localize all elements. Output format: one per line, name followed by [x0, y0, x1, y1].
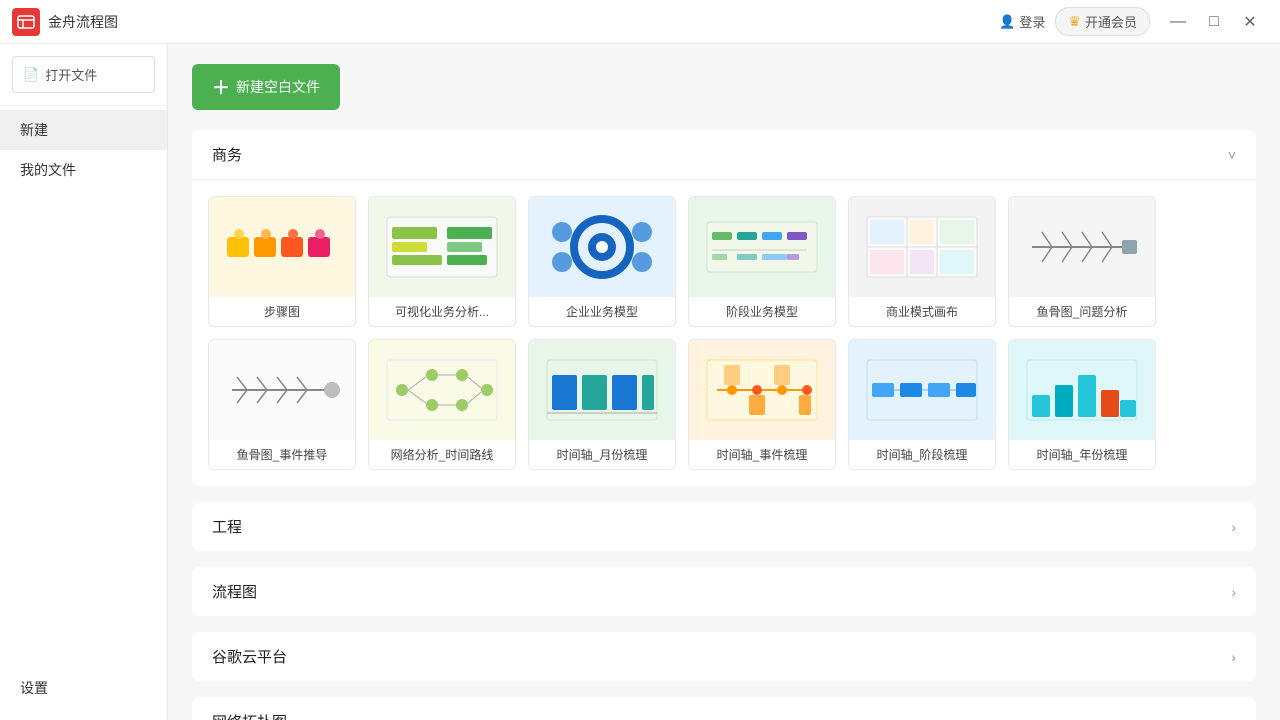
template-thumb-3: E	[529, 197, 675, 297]
minimize-button[interactable]: —	[1160, 4, 1196, 40]
template-thumb-2	[369, 197, 515, 297]
close-button[interactable]: ✕	[1232, 4, 1268, 40]
login-button[interactable]: 👤 登录	[999, 12, 1045, 31]
section-flowchart: 流程图 ›	[192, 567, 1256, 616]
file-icon: 📄	[23, 67, 39, 83]
section-header-business[interactable]: 商务 ˅	[192, 130, 1256, 180]
section-title-flowchart: 流程图	[212, 581, 257, 602]
section-title-business: 商务	[212, 144, 242, 165]
template-label-3: 企业业务模型	[529, 297, 675, 326]
member-button[interactable]: ♛ 开通会员	[1055, 7, 1150, 36]
template-label-9: 时间轴_月份梳理	[529, 440, 675, 469]
template-thumb-11	[849, 340, 995, 440]
section-title-google-cloud: 谷歌云平台	[212, 646, 287, 667]
open-file-button[interactable]: 📄 打开文件	[12, 56, 155, 93]
template-card-4[interactable]: 阶段业务模型	[688, 196, 836, 327]
template-label-1: 步骤图	[209, 297, 355, 326]
section-body-business: 步骤图 可视化业务分析... E	[192, 180, 1256, 486]
section-business: 商务 ˅ 步骤图	[192, 130, 1256, 486]
template-grid: 步骤图 可视化业务分析... E	[208, 196, 1240, 470]
template-label-8: 网络分析_时间路线	[369, 440, 515, 469]
titlebar: 金舟流程图 👤 登录 ♛ 开通会员 — □ ✕	[0, 0, 1280, 44]
template-thumb-10	[689, 340, 835, 440]
sidebar-item-settings[interactable]: 设置	[0, 668, 167, 708]
sidebar: 📄 打开文件 新建 我的文件 设置	[0, 44, 168, 720]
section-title-network-topo: 网络拓扑图	[212, 711, 287, 720]
chevron-icon-network-topo: ›	[1231, 714, 1236, 720]
template-card-1[interactable]: 步骤图	[208, 196, 356, 327]
chevron-icon-business: ˅	[1228, 147, 1236, 163]
template-card-7[interactable]: 鱼骨图_事件推导	[208, 339, 356, 470]
crown-icon: ♛	[1068, 13, 1081, 30]
section-engineering: 工程 ›	[192, 502, 1256, 551]
template-label-4: 阶段业务模型	[689, 297, 835, 326]
window-controls: — □ ✕	[1160, 4, 1268, 40]
template-label-6: 鱼骨图_问题分析	[1009, 297, 1155, 326]
svg-text:E: E	[600, 246, 605, 253]
template-thumb-8	[369, 340, 515, 440]
template-thumb-5	[849, 197, 995, 297]
titlebar-right: 👤 登录 ♛ 开通会员 — □ ✕	[999, 4, 1268, 40]
main-layout: 📄 打开文件 新建 我的文件 设置 ＋ 新建空白文件 商务 ˅	[0, 44, 1280, 720]
plus-icon: ＋	[212, 74, 230, 100]
top-action-bar: ＋ 新建空白文件	[192, 64, 1256, 110]
template-label-11: 时间轴_阶段梳理	[849, 440, 995, 469]
template-label-5: 商业模式画布	[849, 297, 995, 326]
template-thumb-1	[209, 197, 355, 297]
template-label-2: 可视化业务分析...	[369, 297, 515, 326]
chevron-icon-engineering: ›	[1231, 519, 1236, 535]
section-header-flowchart[interactable]: 流程图 ›	[192, 567, 1256, 616]
template-label-10: 时间轴_事件梳理	[689, 440, 835, 469]
section-header-engineering[interactable]: 工程 ›	[192, 502, 1256, 551]
app-name: 金舟流程图	[48, 12, 118, 32]
user-icon: 👤	[999, 14, 1015, 30]
chevron-icon-flowchart: ›	[1231, 584, 1236, 600]
sections-container: 商务 ˅ 步骤图	[192, 130, 1256, 720]
template-card-12[interactable]: 时间轴_年份梳理	[1008, 339, 1156, 470]
content-area: ＋ 新建空白文件 商务 ˅ 步骤图	[168, 44, 1280, 720]
section-google-cloud: 谷歌云平台 ›	[192, 632, 1256, 681]
template-thumb-6	[1009, 197, 1155, 297]
template-thumb-9	[529, 340, 675, 440]
template-card-10[interactable]: 时间轴_事件梳理	[688, 339, 836, 470]
titlebar-left: 金舟流程图	[12, 8, 118, 36]
template-card-11[interactable]: 时间轴_阶段梳理	[848, 339, 996, 470]
template-thumb-7	[209, 340, 355, 440]
section-header-network-topo[interactable]: 网络拓扑图 ›	[192, 697, 1256, 720]
template-card-8[interactable]: 网络分析_时间路线	[368, 339, 516, 470]
template-card-2[interactable]: 可视化业务分析...	[368, 196, 516, 327]
section-title-engineering: 工程	[212, 516, 242, 537]
chevron-icon-google-cloud: ›	[1231, 649, 1236, 665]
template-thumb-12	[1009, 340, 1155, 440]
template-label-12: 时间轴_年份梳理	[1009, 440, 1155, 469]
template-card-5[interactable]: 商业模式画布	[848, 196, 996, 327]
app-logo	[12, 8, 40, 36]
template-card-9[interactable]: 时间轴_月份梳理	[528, 339, 676, 470]
restore-button[interactable]: □	[1196, 4, 1232, 40]
new-file-button[interactable]: ＋ 新建空白文件	[192, 64, 340, 110]
sidebar-divider	[0, 105, 167, 106]
template-card-3[interactable]: E 企业业务模型	[528, 196, 676, 327]
section-network-topo: 网络拓扑图 ›	[192, 697, 1256, 720]
sidebar-item-my-files[interactable]: 我的文件	[0, 150, 167, 190]
sidebar-item-new[interactable]: 新建	[0, 110, 167, 150]
template-label-7: 鱼骨图_事件推导	[209, 440, 355, 469]
section-header-google-cloud[interactable]: 谷歌云平台 ›	[192, 632, 1256, 681]
template-card-6[interactable]: 鱼骨图_问题分析	[1008, 196, 1156, 327]
template-thumb-4	[689, 197, 835, 297]
